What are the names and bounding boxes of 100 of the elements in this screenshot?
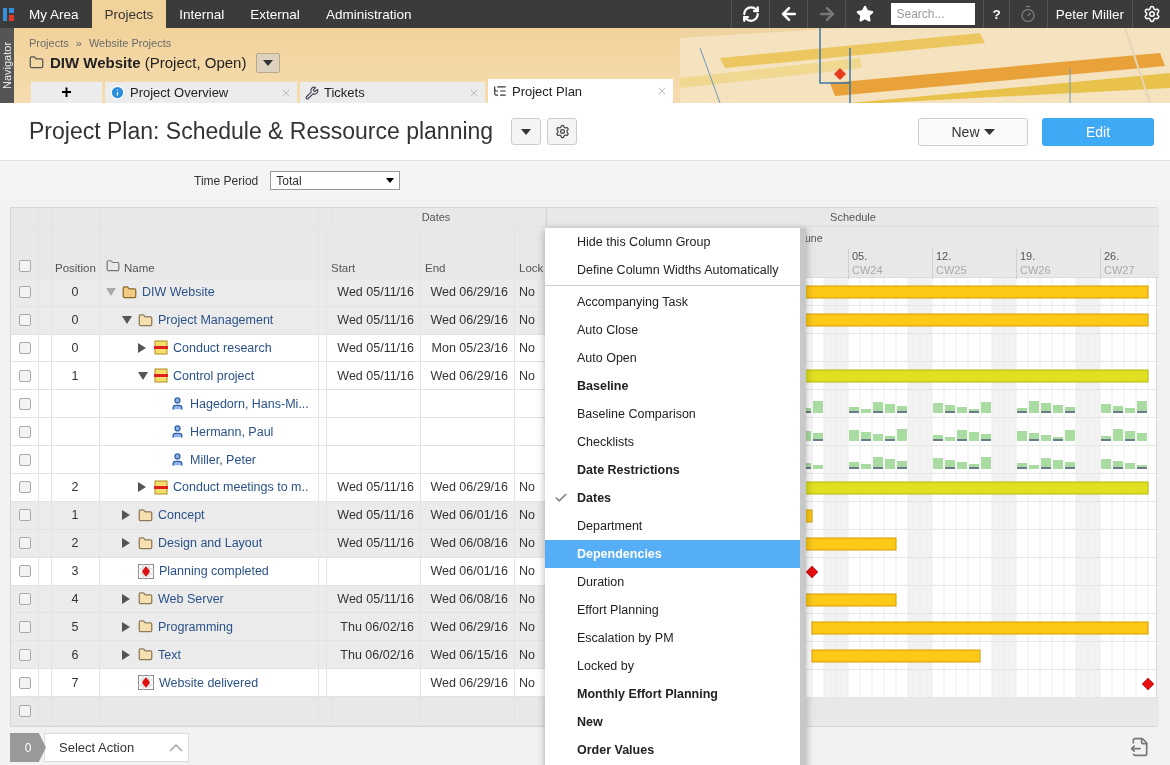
folder-icon <box>29 55 44 70</box>
menu-item[interactable]: Date Restrictions <box>545 456 800 484</box>
breadcrumb-link[interactable]: Website Projects <box>88 37 172 49</box>
lock-cell: No <box>519 619 535 634</box>
nav-tab[interactable]: Internal <box>166 0 238 28</box>
search-field[interactable]: Search... <box>891 3 976 25</box>
task-name[interactable]: Website delivered <box>159 675 259 690</box>
menu-item[interactable]: Accompanying Task <box>545 288 800 316</box>
menu-item[interactable]: Escalation by PM <box>545 624 800 652</box>
expanded-icon[interactable] <box>138 371 148 380</box>
row-checkbox[interactable] <box>18 620 31 633</box>
add-tab-button[interactable]: + <box>31 82 102 103</box>
task-name[interactable]: Conduct research <box>173 340 272 355</box>
task-name[interactable]: Design and Layout <box>158 536 263 551</box>
column-header[interactable]: Lock <box>519 261 544 274</box>
collapsed-icon[interactable] <box>122 538 130 549</box>
row-checkbox[interactable] <box>18 425 31 438</box>
nav-tab[interactable]: Administration <box>312 0 425 28</box>
menu-item[interactable]: New <box>545 708 800 736</box>
row-checkbox[interactable] <box>18 453 31 466</box>
navigator-tab[interactable]: Navigator <box>0 28 14 103</box>
collapsed-icon[interactable] <box>122 649 130 660</box>
menu-item[interactable]: Hide this Column Group <box>545 228 800 256</box>
task-name[interactable]: Planning completed <box>159 564 269 579</box>
milestone-icon <box>138 675 154 691</box>
menu-item[interactable]: Locked by <box>545 652 800 680</box>
row-checkbox[interactable] <box>18 286 31 299</box>
settings-button[interactable] <box>547 118 578 145</box>
menu-item[interactable]: Auto Close <box>545 316 800 344</box>
collapsed-icon[interactable] <box>138 482 146 493</box>
page-tab[interactable]: Project Overview <box>105 82 297 103</box>
column-header[interactable]: Start <box>331 261 356 274</box>
column-header[interactable]: Name <box>124 261 155 274</box>
nav-tab[interactable]: External <box>237 0 313 28</box>
row-checkbox[interactable] <box>18 676 31 689</box>
date-cell: Wed 05/11/16 <box>337 536 414 551</box>
row-checkbox[interactable] <box>18 397 31 410</box>
task-name[interactable]: Control project <box>173 368 255 383</box>
row-checkbox[interactable] <box>18 648 31 661</box>
menu-item[interactable]: Auto Open <box>545 344 800 372</box>
time-period-select[interactable]: Total <box>270 171 401 190</box>
menu-item[interactable]: Baseline Comparison <box>545 400 800 428</box>
task-name[interactable]: Programming <box>158 619 234 634</box>
breadcrumb-link[interactable]: Projects <box>29 37 69 49</box>
caret-icon <box>983 128 995 135</box>
collapsed-icon[interactable] <box>122 593 130 604</box>
export-icon[interactable] <box>1130 737 1150 757</box>
page-tab[interactable]: Tickets <box>300 82 485 103</box>
collapsed-icon[interactable] <box>138 342 146 353</box>
column-header[interactable]: End <box>425 261 446 274</box>
menu-item[interactable]: Monthly Effort Planning <box>545 680 800 708</box>
dropdown-button[interactable] <box>256 52 281 73</box>
menu-item[interactable]: Department <box>545 512 800 540</box>
menu-item[interactable]: Duration <box>545 568 800 596</box>
task-name[interactable]: Web Server <box>158 591 224 606</box>
menu-item[interactable]: Effort Planning <box>545 596 800 624</box>
task-name[interactable]: Project Management <box>158 313 274 328</box>
nav-tab[interactable]: Projects <box>91 0 167 28</box>
collapsed-icon[interactable] <box>122 510 130 521</box>
collapsed-icon[interactable] <box>122 621 130 632</box>
page-tab[interactable]: Project Plan <box>488 79 673 103</box>
task-name[interactable]: Concept <box>158 508 205 523</box>
milestone-icon <box>138 563 154 579</box>
menu-item[interactable]: Checklists <box>545 428 800 456</box>
row-checkbox[interactable] <box>18 341 31 354</box>
dropdown-button[interactable] <box>511 118 542 145</box>
task-icon <box>154 479 168 495</box>
filter-label: Time Period <box>194 173 259 188</box>
task-name[interactable]: Conduct meetings to m.. <box>173 480 309 495</box>
nav-tab[interactable]: My Area <box>16 0 92 28</box>
expanded-icon[interactable] <box>122 316 132 325</box>
row-checkbox[interactable] <box>18 509 31 522</box>
footer-checkbox[interactable] <box>18 705 31 717</box>
page-title: Project Plan: Schedule & Ressource planning <box>29 118 494 145</box>
row-checkbox[interactable] <box>18 592 31 605</box>
action-select[interactable]: Select Action <box>44 733 189 762</box>
folder-icon <box>138 619 153 635</box>
select-all-checkbox[interactable] <box>18 259 31 272</box>
column-header[interactable]: Position <box>55 261 96 274</box>
menu-item[interactable]: Define Column Widths Automatically <box>545 256 800 284</box>
lock-cell: No <box>519 368 535 383</box>
week-label: 12. CW25 <box>932 248 967 279</box>
row-checkbox[interactable] <box>18 314 31 327</box>
task-name[interactable]: Text <box>158 647 181 662</box>
task-name[interactable]: Hermann, Paul <box>190 424 274 439</box>
task-name[interactable]: Miller, Peter <box>190 452 256 467</box>
menu-item[interactable]: Dates <box>545 484 800 512</box>
task-name[interactable]: DIW Website <box>142 285 215 300</box>
row-checkbox[interactable] <box>18 537 31 550</box>
new-button[interactable]: New <box>918 117 1028 146</box>
task-name[interactable]: Hagedorn, Hans-Mi... <box>190 396 309 411</box>
close-icon[interactable] <box>656 85 668 97</box>
row-checkbox[interactable] <box>18 481 31 494</box>
date-cell: Wed 06/01/16 <box>430 508 508 523</box>
column-group-header: Schedule <box>547 208 1159 227</box>
menu-item[interactable]: Order Values <box>545 736 800 764</box>
menu-item[interactable]: Baseline <box>545 372 800 400</box>
row-checkbox[interactable] <box>18 369 31 382</box>
lock-cell: No <box>519 675 535 690</box>
row-checkbox[interactable] <box>18 565 31 578</box>
